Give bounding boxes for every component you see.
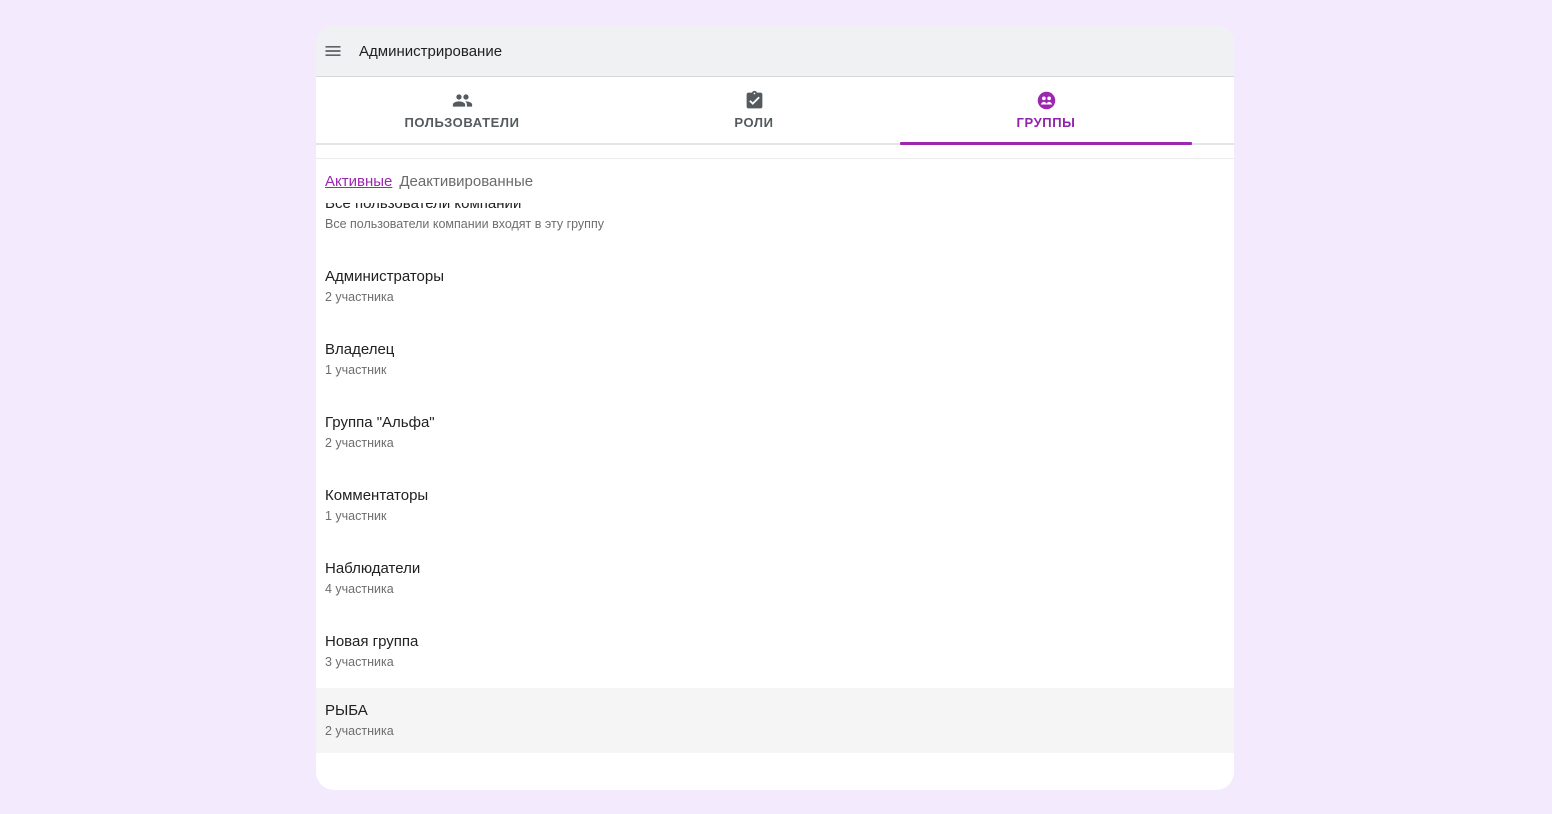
page-title: Администрирование bbox=[359, 42, 503, 60]
group-title: РЫБА bbox=[325, 701, 368, 719]
groups-icon bbox=[1036, 90, 1057, 111]
group-subtitle: 2 участника bbox=[325, 723, 394, 738]
list-item-hovered[interactable]: РЫБА 2 участника bbox=[316, 688, 1234, 753]
group-subtitle: 1 участник bbox=[325, 362, 387, 377]
group-title: Владелец bbox=[325, 340, 395, 358]
list-item[interactable]: Все пользователи компании Все пользовате… bbox=[316, 203, 1234, 250]
filter-deactivated-link[interactable]: Деактивированные bbox=[399, 173, 533, 190]
group-subtitle: 4 участника bbox=[325, 581, 394, 596]
group-subtitle: 1 участник bbox=[325, 508, 387, 523]
group-title: Наблюдатели bbox=[325, 559, 421, 577]
tab-groups-label: ГРУППЫ bbox=[1016, 115, 1076, 130]
group-subtitle: 3 участника bbox=[325, 654, 394, 669]
group-title: Все пользователи компании bbox=[325, 203, 522, 212]
menu-icon bbox=[325, 46, 341, 56]
group-subtitle: Все пользователи компании входят в эту г… bbox=[325, 216, 604, 231]
filter-active-link[interactable]: Активные bbox=[325, 173, 392, 190]
app-bar: Администрирование bbox=[316, 26, 1234, 77]
tab-users-label: ПОЛЬЗОВАТЕЛИ bbox=[404, 115, 520, 130]
people-icon bbox=[452, 90, 473, 111]
list-item[interactable]: Новая группа 3 участника bbox=[316, 615, 1234, 688]
group-subtitle: 2 участника bbox=[325, 435, 394, 450]
tab-groups[interactable]: ГРУППЫ bbox=[900, 77, 1192, 145]
tab-bar: ПОЛЬЗОВАТЕЛИ РОЛИ ГРУППЫ bbox=[316, 77, 1234, 145]
list-item[interactable]: Группа "Альфа" 2 участника bbox=[316, 396, 1234, 469]
list-item[interactable]: Администраторы 2 участника bbox=[316, 250, 1234, 323]
tab-users[interactable]: ПОЛЬЗОВАТЕЛИ bbox=[316, 77, 608, 143]
list-item[interactable]: Комментаторы 1 участник bbox=[316, 469, 1234, 542]
list-item[interactable]: Владелец 1 участник bbox=[316, 323, 1234, 396]
group-title: Комментаторы bbox=[325, 486, 429, 504]
menu-button[interactable] bbox=[316, 26, 350, 76]
group-list[interactable]: Все пользователи компании Все пользовате… bbox=[316, 203, 1234, 763]
clipboard-check-icon bbox=[744, 90, 765, 111]
group-title: Новая группа bbox=[325, 632, 419, 650]
tab-roles-label: РОЛИ bbox=[734, 115, 774, 130]
tab-roles[interactable]: РОЛИ bbox=[608, 77, 900, 143]
list-item[interactable]: Наблюдатели 4 участника bbox=[316, 542, 1234, 615]
group-title: Администраторы bbox=[325, 267, 445, 285]
status-filter: Активные Деактивированные bbox=[316, 159, 1234, 203]
group-title: Группа "Альфа" bbox=[325, 413, 435, 431]
admin-window: Администрирование ПОЛЬЗОВАТЕЛИ РОЛИ ГРУП… bbox=[316, 26, 1234, 790]
group-subtitle: 2 участника bbox=[325, 289, 394, 304]
